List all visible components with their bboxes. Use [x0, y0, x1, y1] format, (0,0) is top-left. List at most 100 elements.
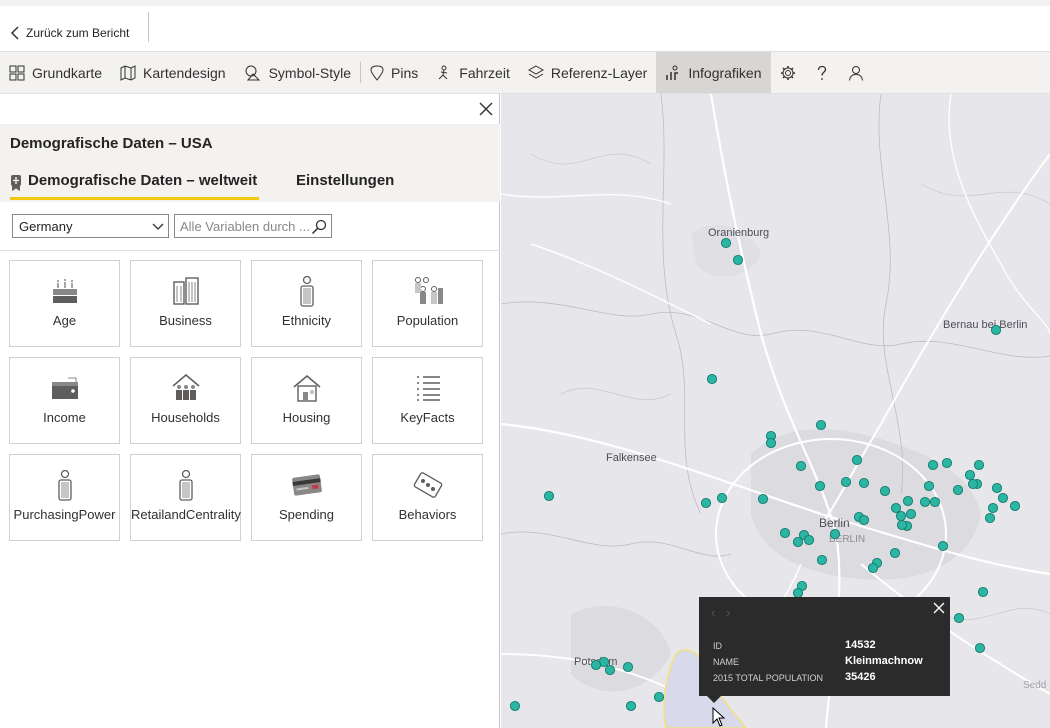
map-point-marker[interactable] — [987, 502, 999, 514]
country-select[interactable]: Germany — [12, 214, 169, 238]
map-point-marker[interactable] — [814, 480, 826, 492]
back-to-report-button[interactable]: Zurück zum Bericht — [10, 18, 129, 48]
search-icon — [311, 219, 327, 235]
map-point-marker[interactable] — [890, 502, 902, 514]
map-point-marker[interactable] — [858, 477, 870, 489]
map-point-marker[interactable] — [984, 512, 996, 524]
close-icon[interactable] — [932, 601, 946, 615]
map-point-marker[interactable] — [829, 528, 841, 540]
map-point-marker[interactable] — [973, 459, 985, 471]
panel-header: Demografische Daten – USA Demografische … — [0, 124, 500, 202]
map-point-marker[interactable] — [927, 459, 939, 471]
tab-infografiken[interactable]: Infografiken — [656, 52, 771, 93]
person-icon — [299, 276, 314, 307]
popup-value-id: 14532 — [845, 639, 876, 651]
map-point-marker[interactable] — [941, 457, 953, 469]
map-point-marker[interactable] — [929, 496, 941, 508]
map-point-marker[interactable] — [858, 514, 870, 526]
map-point-marker[interactable] — [757, 493, 769, 505]
map-point-marker[interactable] — [625, 700, 637, 712]
close-icon[interactable] — [477, 100, 495, 118]
map-point-marker[interactable] — [803, 534, 815, 546]
map-point-marker[interactable] — [816, 554, 828, 566]
tile-income[interactable]: Income — [9, 357, 120, 444]
travel-time-icon — [438, 65, 448, 79]
map-point-marker[interactable] — [919, 496, 931, 508]
map-point-marker[interactable] — [895, 510, 907, 522]
chevron-left-icon — [10, 26, 19, 40]
tab-referenz-layer[interactable]: Referenz-Layer — [519, 52, 657, 93]
help-button[interactable] — [805, 52, 839, 93]
tab-demographics-worldwide[interactable]: Demografische Daten – weltweit — [10, 172, 260, 200]
map-point-marker[interactable] — [923, 480, 935, 492]
map-point-marker[interactable] — [604, 664, 616, 676]
user-icon — [848, 65, 863, 81]
tile-housing[interactable]: Housing — [251, 357, 362, 444]
tab-settings[interactable]: Einstellungen — [296, 172, 394, 189]
map-point-marker[interactable] — [990, 324, 1002, 336]
popup-label-name: NAME — [713, 657, 740, 667]
map-point-marker[interactable] — [1009, 500, 1021, 512]
map-point-marker[interactable] — [779, 527, 791, 539]
map-point-marker[interactable] — [653, 691, 665, 703]
tile-spending[interactable]: Spending — [251, 454, 362, 541]
map-point-marker[interactable] — [952, 484, 964, 496]
divider — [0, 250, 500, 251]
popup-nav-arrows: ‹ › — [711, 605, 731, 620]
map-point-marker[interactable] — [732, 254, 744, 266]
tile-population[interactable]: Population — [372, 260, 483, 347]
tile-label: Business — [159, 313, 212, 328]
variable-search-input[interactable]: Alle Variablen durch ... — [174, 214, 332, 238]
tile-keyfacts[interactable]: KeyFacts — [372, 357, 483, 444]
tile-age[interactable]: Age — [9, 260, 120, 347]
map-point-marker[interactable] — [889, 547, 901, 559]
map-point-marker[interactable] — [509, 700, 521, 712]
tab-grundkarte[interactable]: Grundkarte — [0, 52, 111, 93]
map-point-marker[interactable] — [902, 495, 914, 507]
map-point-marker[interactable] — [716, 492, 728, 504]
map-point-marker[interactable] — [543, 490, 555, 502]
tile-behaviors[interactable]: Behaviors — [372, 454, 483, 541]
tile-retailandcentrality[interactable]: RetailandCentrality — [130, 454, 241, 541]
map-point-marker[interactable] — [905, 508, 917, 520]
map-point-marker[interactable] — [765, 437, 777, 449]
tab-kartendesign[interactable]: Kartendesign — [111, 52, 235, 93]
tile-households[interactable]: Households — [130, 357, 241, 444]
map-point-marker[interactable] — [720, 237, 732, 249]
tile-business[interactable]: Business — [130, 260, 241, 347]
help-icon — [817, 65, 826, 80]
map-point-marker[interactable] — [967, 478, 979, 490]
tile-ethnicity[interactable]: Ethnicity — [251, 260, 362, 347]
map-point-marker[interactable] — [622, 661, 634, 673]
map-point-marker[interactable] — [974, 642, 986, 654]
tile-purchasingpower[interactable]: PurchasingPower — [9, 454, 120, 541]
tab-fahrzeit[interactable]: Fahrzeit — [427, 52, 519, 93]
map-point-marker[interactable] — [706, 373, 718, 385]
map-point-marker[interactable] — [953, 612, 965, 624]
map-point-marker[interactable] — [964, 469, 976, 481]
map-point-marker[interactable] — [792, 536, 804, 548]
map-point-marker[interactable] — [991, 482, 1003, 494]
tile-label: Housing — [282, 410, 331, 425]
map-point-marker[interactable] — [879, 485, 891, 497]
person-icon — [57, 470, 72, 501]
map-point-marker[interactable] — [815, 419, 827, 431]
tab-label: Demografische Daten – weltweit — [28, 172, 258, 189]
tab-pins[interactable]: Pins — [361, 52, 427, 93]
map-point-marker[interactable] — [937, 540, 949, 552]
map-point-marker[interactable] — [700, 497, 712, 509]
map-point-marker[interactable] — [840, 476, 852, 488]
map-point-marker[interactable] — [590, 659, 602, 671]
map-point-marker[interactable] — [977, 586, 989, 598]
map-point-marker[interactable] — [867, 562, 879, 574]
user-button[interactable] — [839, 52, 873, 93]
tab-symbol-style[interactable]: Symbol-Style — [235, 52, 360, 93]
layers-icon — [527, 64, 544, 79]
settings-button[interactable] — [771, 52, 805, 93]
map-point-marker[interactable] — [851, 454, 863, 466]
tile-label: Behaviors — [398, 507, 457, 522]
house-icon — [292, 374, 321, 402]
map-point-marker[interactable] — [896, 519, 908, 531]
map-point-marker[interactable] — [997, 492, 1009, 504]
map-point-marker[interactable] — [795, 460, 807, 472]
